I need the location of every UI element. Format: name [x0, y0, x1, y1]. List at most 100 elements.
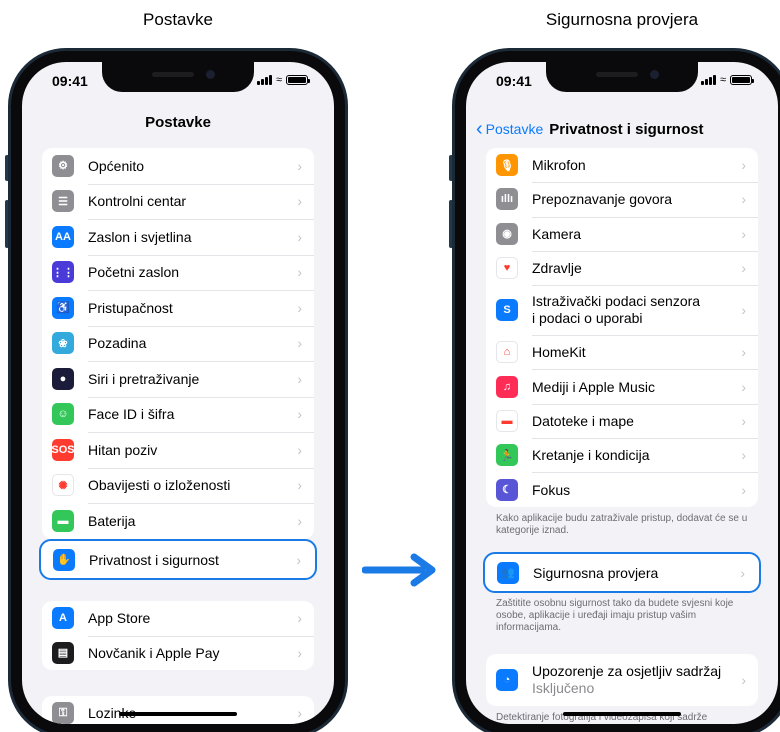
chevron-right-icon: ›	[741, 302, 746, 319]
chevron-right-icon: ›	[297, 477, 302, 494]
row-label: Mediji i Apple Music	[532, 378, 655, 395]
settings-row[interactable]: ✺ Obavijesti o izloženosti ›	[42, 467, 314, 504]
settings-row[interactable]: A App Store ›	[42, 601, 314, 636]
settings-group-passwords: ⚿ Lozinke ›	[42, 696, 314, 724]
fitness-runner-icon: 🏃	[496, 444, 518, 467]
phone-frame-right: 09:41 ≈ ‹ Postavke Privatnost i sigurnos…	[452, 48, 780, 732]
privacy-screen: 09:41 ≈ ‹ Postavke Privatnost i sigurnos…	[466, 62, 778, 724]
row-label: Pristupačnost	[88, 299, 173, 316]
row-label-line: i podaci o uporabi	[532, 310, 643, 327]
battery-icon: ▬	[52, 509, 74, 532]
chevron-right-icon: ›	[741, 157, 746, 174]
settings-row[interactable]: ◉ Kamera ›	[486, 216, 758, 251]
home-indicator	[119, 712, 237, 716]
settings-row[interactable]: 🏃 Kretanje i kondicija ›	[486, 438, 758, 472]
settings-row[interactable]: ♥ Zdravlje ›	[486, 250, 758, 285]
row-label: Kontrolni centar	[88, 193, 187, 210]
chevron-right-icon: ›	[741, 412, 746, 429]
chevron-right-icon: ›	[297, 705, 302, 721]
wifi-icon: ≈	[719, 74, 726, 86]
settings-row[interactable]: 👥 Sigurnosna provjera ›	[487, 555, 757, 590]
sos-icon: SOS	[51, 438, 75, 461]
settings-row[interactable]: ▬ Baterija ›	[42, 503, 314, 539]
status-icons: ≈	[700, 74, 754, 86]
settings-row[interactable]: AA Zaslon i svjetlina ›	[42, 219, 314, 255]
moon-icon: ☾	[496, 478, 518, 501]
settings-row[interactable]: ▤ Novčanik i Apple Pay ›	[42, 635, 314, 671]
chevron-right-icon: ›	[297, 644, 302, 661]
wifi-icon: ≈	[275, 74, 282, 86]
row-label: Istraživački podaci senzora i podaci o up…	[532, 293, 700, 327]
nav-bar: ‹ Postavke Privatnost i sigurnost	[466, 114, 778, 144]
phone-frame-left: 09:41 ≈ Postavke ⚙ Općenito › ☰ Kontrolni ce…	[8, 48, 348, 732]
toggles-icon: ☰	[52, 190, 74, 213]
heart-icon: ♥	[496, 257, 518, 280]
row-label: Mikrofon	[532, 157, 586, 174]
research-icon: S	[496, 299, 518, 322]
battery-status-icon	[286, 75, 310, 85]
cellular-signal-icon	[256, 75, 272, 85]
row-label: Face ID i šifra	[88, 406, 175, 423]
back-label: Postavke	[485, 121, 544, 137]
cellular-signal-icon	[700, 75, 716, 85]
settings-row[interactable]: ☰ Kontrolni centar ›	[42, 183, 314, 220]
settings-row[interactable]: ⚿ Lozinke ›	[42, 696, 314, 724]
settings-row[interactable]: ♫ Mediji i Apple Music ›	[486, 369, 758, 403]
microphone-icon: 🎙	[496, 154, 518, 177]
home-grid-icon: ⋮⋮	[52, 261, 74, 284]
row-label: Kamera	[532, 225, 582, 242]
chevron-right-icon: ›	[741, 191, 746, 208]
folder-icon: ▬	[496, 409, 518, 432]
chevron-right-icon: ›	[297, 157, 302, 174]
settings-row[interactable]: ♿ Pristupačnost ›	[42, 290, 314, 326]
status-icons: ≈	[256, 74, 310, 86]
row-label: Početni zaslon	[88, 264, 180, 281]
settings-row[interactable]: ◔ Upozorenje za osjetljiv sadržaj Isključe…	[486, 654, 758, 706]
phone-notch	[102, 62, 254, 92]
row-label: Zdravlje	[532, 260, 582, 277]
row-label-line: Istraživački podaci senzora	[532, 293, 701, 310]
settings-row[interactable]: SOS Hitan poziv ›	[42, 432, 314, 468]
settings-row[interactable]: S Istraživački podaci senzora i podaci o u…	[486, 285, 758, 335]
settings-group-privacy: ✋ Privatnost i sigurnost ›	[43, 542, 313, 577]
right-caption: Sigurnosna provjera	[545, 10, 699, 29]
battery-status-icon	[730, 75, 754, 85]
chevron-right-icon: ›	[741, 378, 746, 395]
row-label: Baterija	[88, 512, 136, 529]
chevron-right-icon: ›	[297, 264, 302, 281]
camera-icon: ◉	[496, 222, 518, 245]
homekit-icon: ⌂	[496, 341, 518, 364]
page-title: Privatnost i sigurnost	[549, 120, 704, 138]
row-label: Siri i pretraživanje	[88, 370, 200, 387]
row-label: Datoteke i mape	[532, 412, 634, 429]
settings-row[interactable]: ⌂ HomeKit ›	[486, 335, 758, 369]
row-label: Sigurnosna provjera	[533, 564, 659, 581]
settings-row[interactable]: ⋮⋮ Početni zaslon ›	[42, 254, 314, 291]
settings-row[interactable]: ☾ Fokus ›	[486, 472, 758, 506]
settings-screen: 09:41 ≈ Postavke ⚙ Općenito › ☰ Kontrolni ce…	[22, 62, 334, 724]
back-button[interactable]: ‹ Postavke	[476, 118, 544, 140]
settings-row[interactable]: 🎙 Mikrofon ›	[486, 148, 758, 182]
privacy-group-permissions: 🎙 Mikrofon › ıllı Prepoznavanje govora › ◉ Kame…	[486, 148, 758, 507]
settings-row[interactable]: ⚙ Općenito ›	[42, 148, 314, 184]
row-value: Isključeno	[532, 680, 595, 696]
gear-icon: ⚙	[52, 154, 74, 177]
chevron-right-icon: ›	[741, 447, 746, 464]
page-title: Postavke	[145, 114, 211, 131]
settings-row[interactable]: ▬ Datoteke i mape ›	[486, 403, 758, 438]
chevron-left-icon: ‹	[476, 118, 483, 140]
wallet-icon: ▤	[52, 641, 74, 664]
settings-row[interactable]: ● Siri i pretraživanje ›	[42, 361, 314, 397]
row-label: Fokus	[532, 481, 571, 498]
status-time: 09:41	[496, 73, 532, 89]
settings-row[interactable]: ıllı Prepoznavanje govora ›	[486, 182, 758, 216]
chevron-right-icon: ›	[741, 672, 746, 688]
row-label: Privatnost i sigurnost	[89, 551, 219, 568]
left-caption: Postavke	[143, 10, 213, 29]
settings-row[interactable]: ✋ Privatnost i sigurnost ›	[43, 542, 313, 577]
row-label: Obavijesti o izloženosti	[88, 477, 231, 494]
siri-icon: ●	[52, 367, 74, 390]
settings-row[interactable]: ☺ Face ID i šifra ›	[42, 396, 314, 433]
settings-row[interactable]: ❀ Pozadina ›	[42, 325, 314, 362]
chevron-right-icon: ›	[296, 551, 301, 568]
